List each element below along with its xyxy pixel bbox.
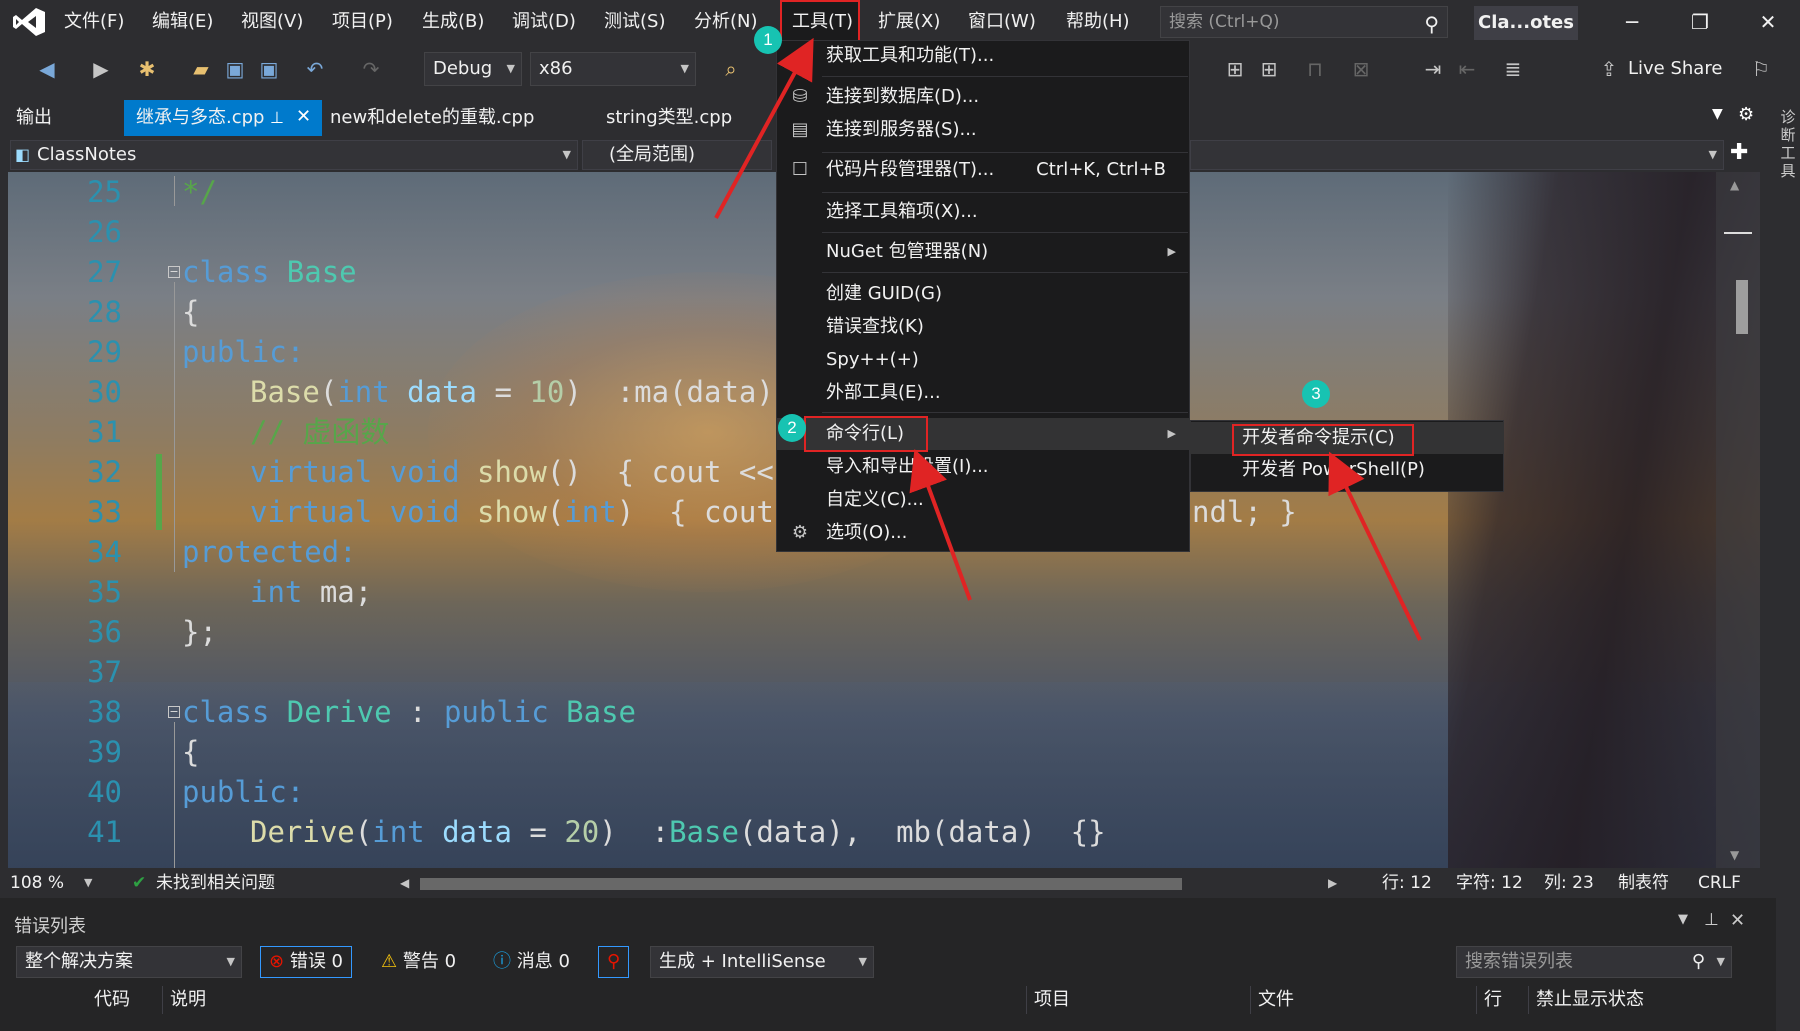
arrow-to-command-line: [909, 448, 972, 601]
arrow-to-dev-prompt: [1328, 451, 1422, 641]
arrow-to-tools-menu: [714, 37, 814, 219]
annotation-arrows: [714, 37, 1422, 641]
